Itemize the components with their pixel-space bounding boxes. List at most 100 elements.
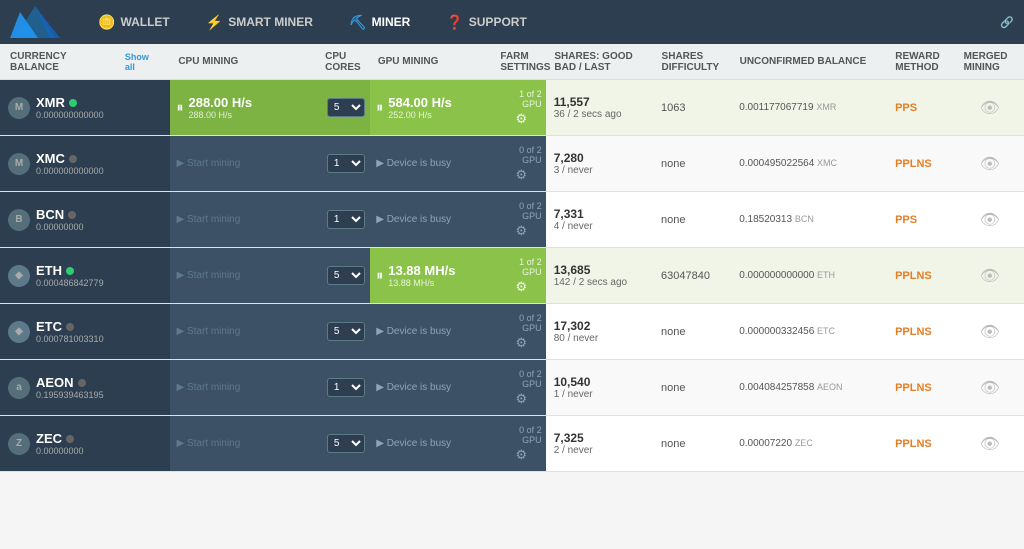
shares-difficulty: 63047840 xyxy=(653,266,731,286)
visibility-icon[interactable]: 👁 xyxy=(980,210,1000,230)
nav-right-action[interactable]: 🔗 xyxy=(1000,16,1014,29)
nav-wallet[interactable]: 🪙 WALLET xyxy=(90,10,178,35)
cpu-cores-select[interactable]: 5 12345 xyxy=(327,434,365,453)
cpu-cores-select[interactable]: 1 12345 xyxy=(327,154,365,173)
shares-cell: 17,302 80 / never xyxy=(546,315,653,348)
visibility-icon[interactable]: 👁 xyxy=(980,434,1000,454)
nav-support[interactable]: ❓ SUPPORT xyxy=(438,10,534,35)
status-dot xyxy=(78,379,86,387)
currency-name: ETC xyxy=(36,319,162,334)
reward-method: PPLNS xyxy=(887,322,955,342)
nav-miner[interactable]: ⛏ MINER xyxy=(341,10,418,35)
cpu-start-mining-btn[interactable]: ▶ Start mining xyxy=(176,270,240,281)
currency-icon: a xyxy=(8,377,30,399)
gear-icon[interactable]: ⚙ xyxy=(515,111,527,127)
table-row: Z ZEC 0.00000000 ▶ Start mining 5 12345 … xyxy=(0,416,1024,472)
app-logo xyxy=(10,4,60,40)
cpu-mining-cell: ▶ Start mining xyxy=(170,136,321,191)
unconfirmed-value: 0.001177067719 xyxy=(739,102,813,113)
unconfirmed-value: 0.18520313 xyxy=(739,214,792,225)
currency-details: ZEC 0.00000000 xyxy=(36,431,162,456)
cpu-cores-select[interactable]: 5 12345 xyxy=(327,98,365,117)
currency-balance-value: 0.195939463195 xyxy=(36,390,162,400)
visibility-icon[interactable]: 👁 xyxy=(980,154,1000,174)
currency-details: ETC 0.000781003310 xyxy=(36,319,162,344)
cpu-cores-cell: 5 12345 xyxy=(321,80,370,135)
farm-settings-cell: 1 of 2 GPU ⚙ xyxy=(497,80,546,135)
visibility-icon[interactable]: 👁 xyxy=(980,322,1000,342)
farm-settings-cell: 0 of 2 GPU ⚙ xyxy=(497,192,546,247)
gpu-pause-btn[interactable]: ⏸ xyxy=(376,267,383,284)
status-dot xyxy=(69,99,77,107)
cpu-mining-cell: ⏸ 288.00 H/s 288.00 H/s xyxy=(170,80,321,135)
currency-icon: ◆ xyxy=(8,265,30,287)
cpu-pause-btn[interactable]: ⏸ xyxy=(176,99,183,116)
status-dot xyxy=(66,435,74,443)
shares-cell: 13,685 142 / 2 secs ago xyxy=(546,259,653,292)
currency-info: Z ZEC 0.00000000 xyxy=(0,416,170,471)
cpu-cores-select[interactable]: 1 12345 xyxy=(327,210,365,229)
cpu-start-mining-btn[interactable]: ▶ Start mining xyxy=(176,326,240,337)
cpu-start-mining-btn[interactable]: ▶ Start mining xyxy=(176,438,240,449)
visibility-icon[interactable]: 👁 xyxy=(980,266,1000,286)
visibility-icon[interactable]: 👁 xyxy=(980,378,1000,398)
table-row: ◆ ETC 0.000781003310 ▶ Start mining 5 12… xyxy=(0,304,1024,360)
cpu-cores-cell: 5 12345 xyxy=(321,304,370,359)
gear-icon[interactable]: ⚙ xyxy=(515,223,527,239)
visibility-icon[interactable]: 👁 xyxy=(980,98,1000,118)
reward-method: PPLNS xyxy=(887,266,955,286)
gpu-mining-cell: ▶ Device is busy xyxy=(370,136,497,191)
gpu-pause-btn[interactable]: ⏸ xyxy=(376,99,383,116)
gear-icon[interactable]: ⚙ xyxy=(515,391,527,407)
reward-label: REWARD METHOD xyxy=(895,51,939,73)
support-icon: ❓ xyxy=(446,14,463,31)
currency-balance-value: 0.000000000000 xyxy=(36,110,162,120)
cpu-cores-select[interactable]: 5 12345 xyxy=(327,322,365,341)
gear-icon[interactable]: ⚙ xyxy=(515,447,527,463)
gear-icon[interactable]: ⚙ xyxy=(515,167,527,183)
cpu-cores-select[interactable]: 1 12345 xyxy=(327,378,365,397)
cpu-start-mining-btn[interactable]: ▶ Start mining xyxy=(176,214,240,225)
header-currency: CURRENCY BALANCE Show all xyxy=(0,51,170,73)
gear-icon[interactable]: ⚙ xyxy=(515,335,527,351)
reward-method: PPLNS xyxy=(887,154,955,174)
wallet-icon: 🪙 xyxy=(98,14,115,31)
unconfirmed-value: 0.000000332456 xyxy=(739,326,814,337)
currency-icon: B xyxy=(8,209,30,231)
currency-name: BCN xyxy=(36,207,162,222)
unconfirmed-balance: 0.000000000000 ETH xyxy=(731,266,887,285)
unconfirmed-value: 0.00007220 xyxy=(739,438,792,449)
gear-icon[interactable]: ⚙ xyxy=(515,279,527,295)
coin-label: AEON xyxy=(817,382,843,392)
gpu-count: 0 of 2 GPU xyxy=(501,201,542,221)
cpu-start-mining-btn[interactable]: ▶ Start mining xyxy=(176,382,240,393)
merged-mining-cell: 👁 xyxy=(956,374,1024,402)
gpu-device-busy: ▶ Device is busy xyxy=(376,438,451,449)
cpu-cores-select[interactable]: 5 12345 xyxy=(327,266,365,285)
cpu-cores-cell: 1 12345 xyxy=(321,360,370,415)
unconfirmed-balance: 0.001177067719 XMR xyxy=(731,98,887,117)
coin-label: XMR xyxy=(816,102,836,112)
currency-icon: M xyxy=(8,153,30,175)
header-shares: SHARES: GOOD BAD / LAST xyxy=(546,51,653,73)
merged-mining-cell: 👁 xyxy=(956,94,1024,122)
unconfirmed-balance: 0.000000332456 ETC xyxy=(731,322,887,341)
cpu-mining-cell: ▶ Start mining xyxy=(170,304,321,359)
gpu-device-busy: ▶ Device is busy xyxy=(376,158,451,169)
cpu-start-mining-btn[interactable]: ▶ Start mining xyxy=(176,158,240,169)
header-cpu-mining: CPU MINING xyxy=(170,56,321,67)
gpu-rate1: 584.00 H/s xyxy=(388,95,452,110)
unconfirmed-value: 0.004084257858 xyxy=(739,382,814,393)
nav-miner-label: MINER xyxy=(372,15,411,29)
shares-difficulty: none xyxy=(653,210,731,230)
nav-smart-miner[interactable]: ⚡ SMART MINER xyxy=(198,10,321,35)
currency-details: BCN 0.00000000 xyxy=(36,207,162,232)
status-dot xyxy=(66,267,74,275)
currency-balance-value: 0.000000000000 xyxy=(36,166,162,176)
currency-info: ◆ ETH 0.000486842779 xyxy=(0,248,170,303)
shares-diff-label: SHARES DIFFICULTY xyxy=(662,51,720,73)
coin-label: BCN xyxy=(795,214,814,224)
show-all-link[interactable]: Show all xyxy=(125,52,160,72)
cpu-rate1: 288.00 H/s xyxy=(188,95,252,110)
currency-balance-label: CURRENCY BALANCE xyxy=(10,51,115,73)
